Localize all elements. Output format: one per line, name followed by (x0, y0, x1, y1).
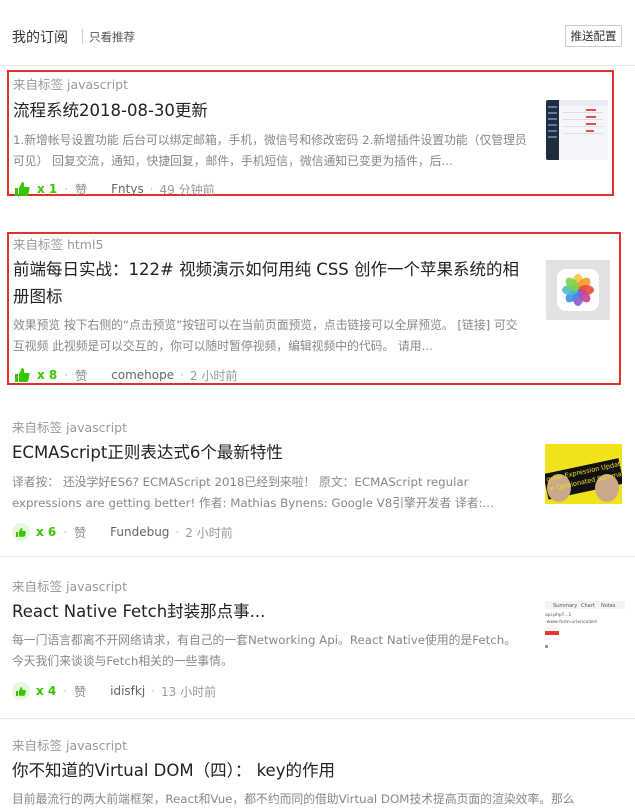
item-author[interactable]: Fntys (111, 182, 144, 196)
meta-dot: · (64, 368, 69, 382)
item-tag: 来自标签 javascript (13, 77, 128, 92)
feed-item[interactable]: 来自标签 javascript 你不知道的Virtual DOM（四）： key… (0, 730, 635, 806)
item-divider (0, 718, 635, 719)
item-title[interactable]: 流程系统2018-08-30更新 (13, 97, 533, 124)
network-tab-summary: Summary (553, 603, 577, 609)
item-description: 译者按： 还没学好ES6? ECMAScript 2018已经到来啦！ 原文：E… (12, 475, 494, 510)
item-time: 13 小时前 (161, 684, 217, 699)
dashboard-screenshot-thumbnail[interactable] (546, 100, 608, 160)
item-tag: 来自标签 javascript (12, 420, 127, 435)
regex-update-banner-thumbnail[interactable]: gular Expression Update n Opinionated Su… (545, 444, 622, 504)
meta-dot: · (151, 684, 155, 698)
thumbs-up-icon[interactable] (13, 180, 31, 198)
only-recommended-toggle[interactable]: 只看推荐 (89, 29, 135, 45)
network-request-line-1: api.php?...1 (545, 612, 572, 618)
page-title: 我的订阅 (12, 30, 68, 46)
network-tab-chart: Chart (581, 603, 595, 609)
feed-item[interactable]: 来自标签 javascript ECMAScript正则表达式6个最新特性 译者… (0, 412, 635, 560)
item-description: 每一门语言都离不开网络请求，有自己的一套Networking Api。React… (12, 633, 517, 668)
item-author[interactable]: comehope (111, 368, 174, 382)
item-title[interactable]: 你不知道的Virtual DOM（四）： key的作用 (12, 757, 532, 784)
like-label: 赞 (75, 368, 88, 383)
photos-app-icon-thumbnail[interactable] (546, 260, 610, 320)
feed-item[interactable]: 来自标签 javascript React Native Fetch封装那点事.… (0, 571, 635, 719)
item-meta: x 8 · 赞 comehope · 2 小时前 (13, 365, 237, 385)
item-meta: x 6 · 赞 Fundebug · 2 小时前 (12, 522, 233, 542)
thumbs-up-icon[interactable] (12, 523, 30, 541)
feed-item[interactable]: 来自标签 html5 前端每日实战：122# 视频演示如何用纯 CSS 创作一个… (7, 232, 621, 385)
meta-dot: · (149, 182, 154, 196)
network-tab-notes: Notes (601, 603, 616, 609)
item-title[interactable]: React Native Fetch封装那点事... (12, 598, 532, 625)
item-title[interactable]: 前端每日实战：122# 视频演示如何用纯 CSS 创作一个苹果系统的相册图标 (13, 256, 533, 310)
feed-item[interactable]: 来自标签 javascript 流程系统2018-08-30更新 1.新增帐号设… (7, 70, 614, 199)
item-description: 1.新增帐号设置功能 后台可以绑定邮箱，手机，微信号和修改密码 2.新增插件设置… (13, 133, 527, 168)
item-time: 2 小时前 (189, 368, 238, 383)
like-count: x 6 (36, 525, 57, 539)
thumbs-up-icon[interactable] (12, 682, 30, 700)
item-time: 2 小时前 (185, 525, 233, 540)
like-label: 赞 (75, 182, 88, 197)
header-divider (82, 29, 83, 44)
like-count: x 1 (37, 182, 58, 196)
like-count: x 8 (37, 368, 58, 382)
network-panel-screenshot-thumbnail[interactable]: Summary Chart Notes api.php?...1 -www-fo… (545, 601, 625, 661)
push-config-button[interactable]: 推送配置 (565, 25, 622, 47)
meta-dot: · (63, 684, 68, 698)
item-tag: 来自标签 html5 (13, 237, 104, 252)
item-meta: x 4 · 赞 idisfkj · 13 小时前 (12, 681, 216, 701)
meta-dot: · (175, 525, 180, 539)
item-tag: 来自标签 javascript (12, 738, 127, 753)
like-count: x 4 (36, 684, 57, 698)
item-author[interactable]: idisfkj (110, 684, 145, 698)
item-title[interactable]: ECMAScript正则表达式6个最新特性 (12, 439, 532, 466)
meta-dot: · (180, 368, 184, 382)
meta-dot: · (63, 525, 68, 539)
like-label: 赞 (74, 684, 87, 699)
item-tag: 来自标签 javascript (12, 579, 127, 594)
item-time: 49 分钟前 (159, 182, 215, 197)
item-divider (0, 556, 635, 557)
item-meta: x 1 · 赞 Fntys · 49 分钟前 (13, 179, 215, 199)
subscription-header: 我的订阅 只看推荐 推送配置 (0, 0, 635, 66)
item-author[interactable]: Fundebug (110, 525, 169, 539)
item-description: 效果预览 按下右侧的“点击预览”按钮可以在当前页面预览，点击链接可以全屏预览。 … (13, 318, 518, 353)
like-label: 赞 (74, 525, 87, 540)
network-request-line-2: -www-form-urlencoded (545, 619, 597, 625)
meta-dot: · (64, 182, 69, 196)
thumbs-up-icon[interactable] (13, 366, 31, 384)
photos-flower-icon (562, 274, 594, 306)
